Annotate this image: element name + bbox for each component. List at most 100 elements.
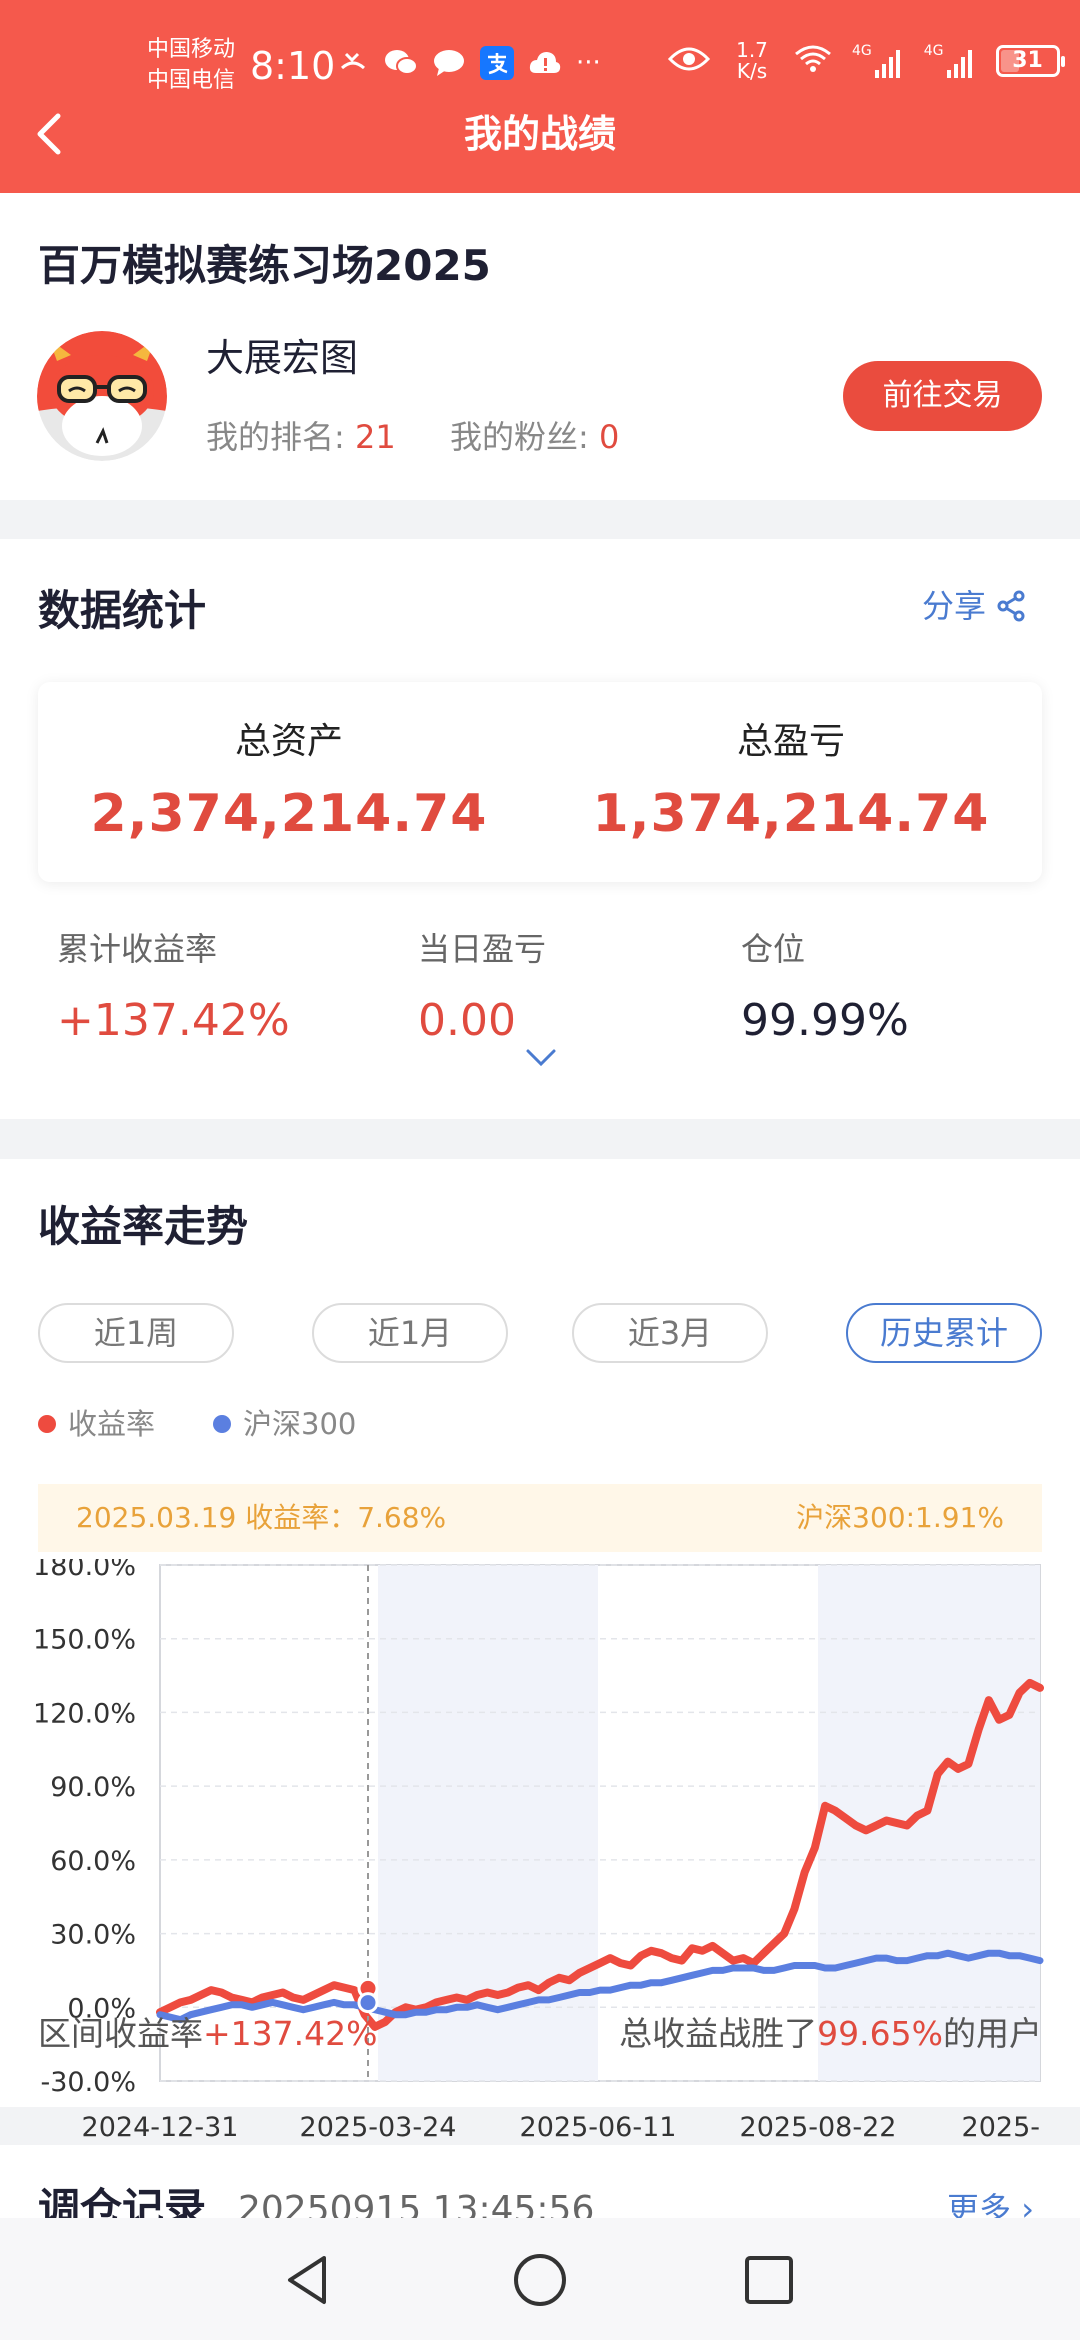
y-tick-label: 30.0% [50, 1920, 136, 1951]
message-icon [432, 46, 466, 80]
position-label: 仓位 [741, 930, 806, 968]
cloud-alert-icon [528, 46, 562, 80]
beat-value: 99.65% [817, 2014, 943, 2053]
network-speed-unit: K/s [736, 59, 768, 83]
legend-return-label: 收益率 [68, 1407, 156, 1441]
nav-recents-icon[interactable] [737, 2248, 801, 2312]
legend-return-dot [38, 1415, 56, 1433]
share-label: 分享 [922, 587, 987, 625]
x-tick-label: 2024-12-31 [82, 2112, 239, 2139]
beat-suffix: 的用户 [943, 2014, 1042, 2053]
plot-band-1 [378, 1565, 598, 2081]
share-button[interactable]: 分享 [922, 584, 1026, 628]
total-pnl: 总盈亏 1,374,214.74 [540, 718, 1042, 844]
tab-1-month[interactable]: 近1月 [312, 1303, 508, 1363]
position-metric: 仓位 99.99% [741, 927, 909, 1049]
daily-pnl-label: 当日盈亏 [418, 930, 547, 968]
network-speed-value: 1.7 [736, 38, 768, 62]
nav-home-icon[interactable] [508, 2248, 572, 2312]
beat-users: 总收益战胜了99.65%的用户 [619, 2012, 1042, 2056]
nav-back-icon[interactable] [276, 2248, 340, 2312]
app-root: 中国移动 中国电信 8:10 ··· 1.7 K/s 4G 4G 31 我的战绩… [0, 0, 1080, 2340]
y-tick-label: 180.0% [33, 1559, 136, 1582]
signal-icon-2: 4G [924, 44, 976, 78]
username: 大展宏图 [206, 336, 359, 380]
x-tick-label: 2025- [962, 2112, 1040, 2139]
page-title: 我的战绩 [463, 112, 616, 156]
asset-summary-box: 总资产 2,374,214.74 总盈亏 1,374,214.74 [38, 682, 1042, 882]
x-tick-label: 2025-06-11 [520, 2112, 677, 2139]
interval-return-value: +137.42% [203, 2014, 378, 2053]
y-tick-label: 90.0% [50, 1772, 136, 1803]
wifi-icon [794, 44, 832, 78]
system-status: 1.7 K/s 4G 4G 31 [667, 40, 1065, 82]
chart-tooltip: 2025.03.19 收益率：7.68% 沪深300:1.91% [38, 1484, 1042, 1552]
total-assets-value: 2,374,214.74 [90, 784, 488, 844]
rank-info: 我的排名: 21 [206, 415, 396, 459]
wechat-icon [384, 46, 418, 80]
battery-level: 31 [1012, 48, 1043, 73]
bull-avatar-icon [37, 331, 167, 461]
y-tick-label: -30.0% [40, 2067, 136, 2098]
legend-hs300: 沪深300 [213, 1404, 356, 1444]
battery-icon: 31 [995, 45, 1065, 77]
x-tick-label: 2025-03-24 [300, 2112, 457, 2139]
network-type-2: 4G [923, 43, 944, 59]
profile-card: 百万模拟赛练习场2025 大展宏图 我的排名: 21 我的粉丝: 0 前往交易 [0, 193, 1080, 500]
rank-value: 21 [354, 418, 396, 456]
y-tick-label: 60.0% [50, 1846, 136, 1877]
rank-label: 我的排名: [206, 418, 355, 456]
status-time: 8:10 [250, 44, 336, 88]
header-bar: 中国移动 中国电信 8:10 ··· 1.7 K/s 4G 4G 31 我的战绩 [0, 0, 1080, 193]
cum-return-value: +137.42% [57, 995, 290, 1046]
expand-chevron-icon[interactable] [525, 1047, 557, 1069]
tab-history[interactable]: 历史累计 [846, 1303, 1042, 1363]
total-pnl-label: 总盈亏 [736, 721, 845, 762]
carrier-1: 中国移动 [147, 37, 236, 62]
carrier-2: 中国电信 [147, 68, 236, 93]
missed-call-icon [336, 46, 370, 80]
y-tick-label: 150.0% [33, 1625, 136, 1656]
tab-3-months[interactable]: 近3月 [572, 1303, 768, 1363]
network-type-1: 4G [852, 43, 872, 59]
x-tick-label: 2025-08-22 [740, 2112, 897, 2139]
cum-return-metric: 累计收益率 +137.42% [57, 927, 290, 1049]
contest-name: 百万模拟赛练习场2025 [38, 241, 491, 290]
tab-1-week[interactable]: 近1周 [38, 1303, 234, 1363]
go-trade-button[interactable]: 前往交易 [843, 361, 1042, 431]
position-value: 99.99% [741, 995, 909, 1046]
daily-pnl-value: 0.00 [418, 995, 516, 1046]
cum-return-label: 累计收益率 [57, 930, 218, 968]
stats-card: 数据统计 分享 总资产 2,374,214.74 总盈亏 1,374,214.7… [0, 539, 1080, 1119]
signal-icon-1: 4G [852, 44, 904, 78]
tooltip-return: 2025.03.19 收益率：7.68% [76, 1501, 447, 1534]
eye-comfort-icon [667, 45, 711, 77]
interval-return-label: 区间收益率 [38, 2014, 203, 2053]
trend-title: 收益率走势 [38, 1202, 249, 1251]
legend-return: 收益率 [38, 1404, 155, 1444]
total-assets-label: 总资产 [234, 721, 343, 762]
network-speed: 1.7 K/s [730, 40, 774, 82]
share-icon [997, 590, 1025, 622]
fans-label: 我的粉丝: [450, 418, 599, 456]
trend-card: 收益率走势 近1周 近1月 近3月 历史累计 收益率 沪深300 2025.03… [0, 1159, 1080, 2139]
cursor-point-hs300 [357, 1992, 379, 2014]
daily-pnl-metric: 当日盈亏 0.00 [418, 927, 546, 1049]
tooltip-hs300: 沪深300:1.91% [796, 1501, 1004, 1534]
beat-prefix: 总收益战胜了 [619, 2014, 818, 2053]
interval-return: 区间收益率+137.42% [38, 2012, 377, 2056]
stats-title: 数据统计 [38, 586, 207, 635]
fans-value: 0 [598, 418, 620, 456]
y-tick-label: 120.0% [33, 1698, 136, 1729]
avatar[interactable] [37, 331, 167, 461]
fans-info: 我的粉丝: 0 [450, 415, 619, 459]
system-nav-bar [0, 2218, 1080, 2340]
total-assets: 总资产 2,374,214.74 [38, 718, 540, 844]
total-pnl-value: 1,374,214.74 [592, 784, 990, 844]
more-notifications-icon: ··· [576, 48, 601, 78]
notification-icons: ··· [336, 46, 601, 80]
status-bar: 中国移动 中国电信 8:10 ··· 1.7 K/s 4G 4G 31 [0, 0, 1080, 110]
alipay-icon [480, 46, 514, 80]
legend-hs300-label: 沪深300 [243, 1407, 357, 1441]
legend-hs300-dot [213, 1415, 231, 1433]
